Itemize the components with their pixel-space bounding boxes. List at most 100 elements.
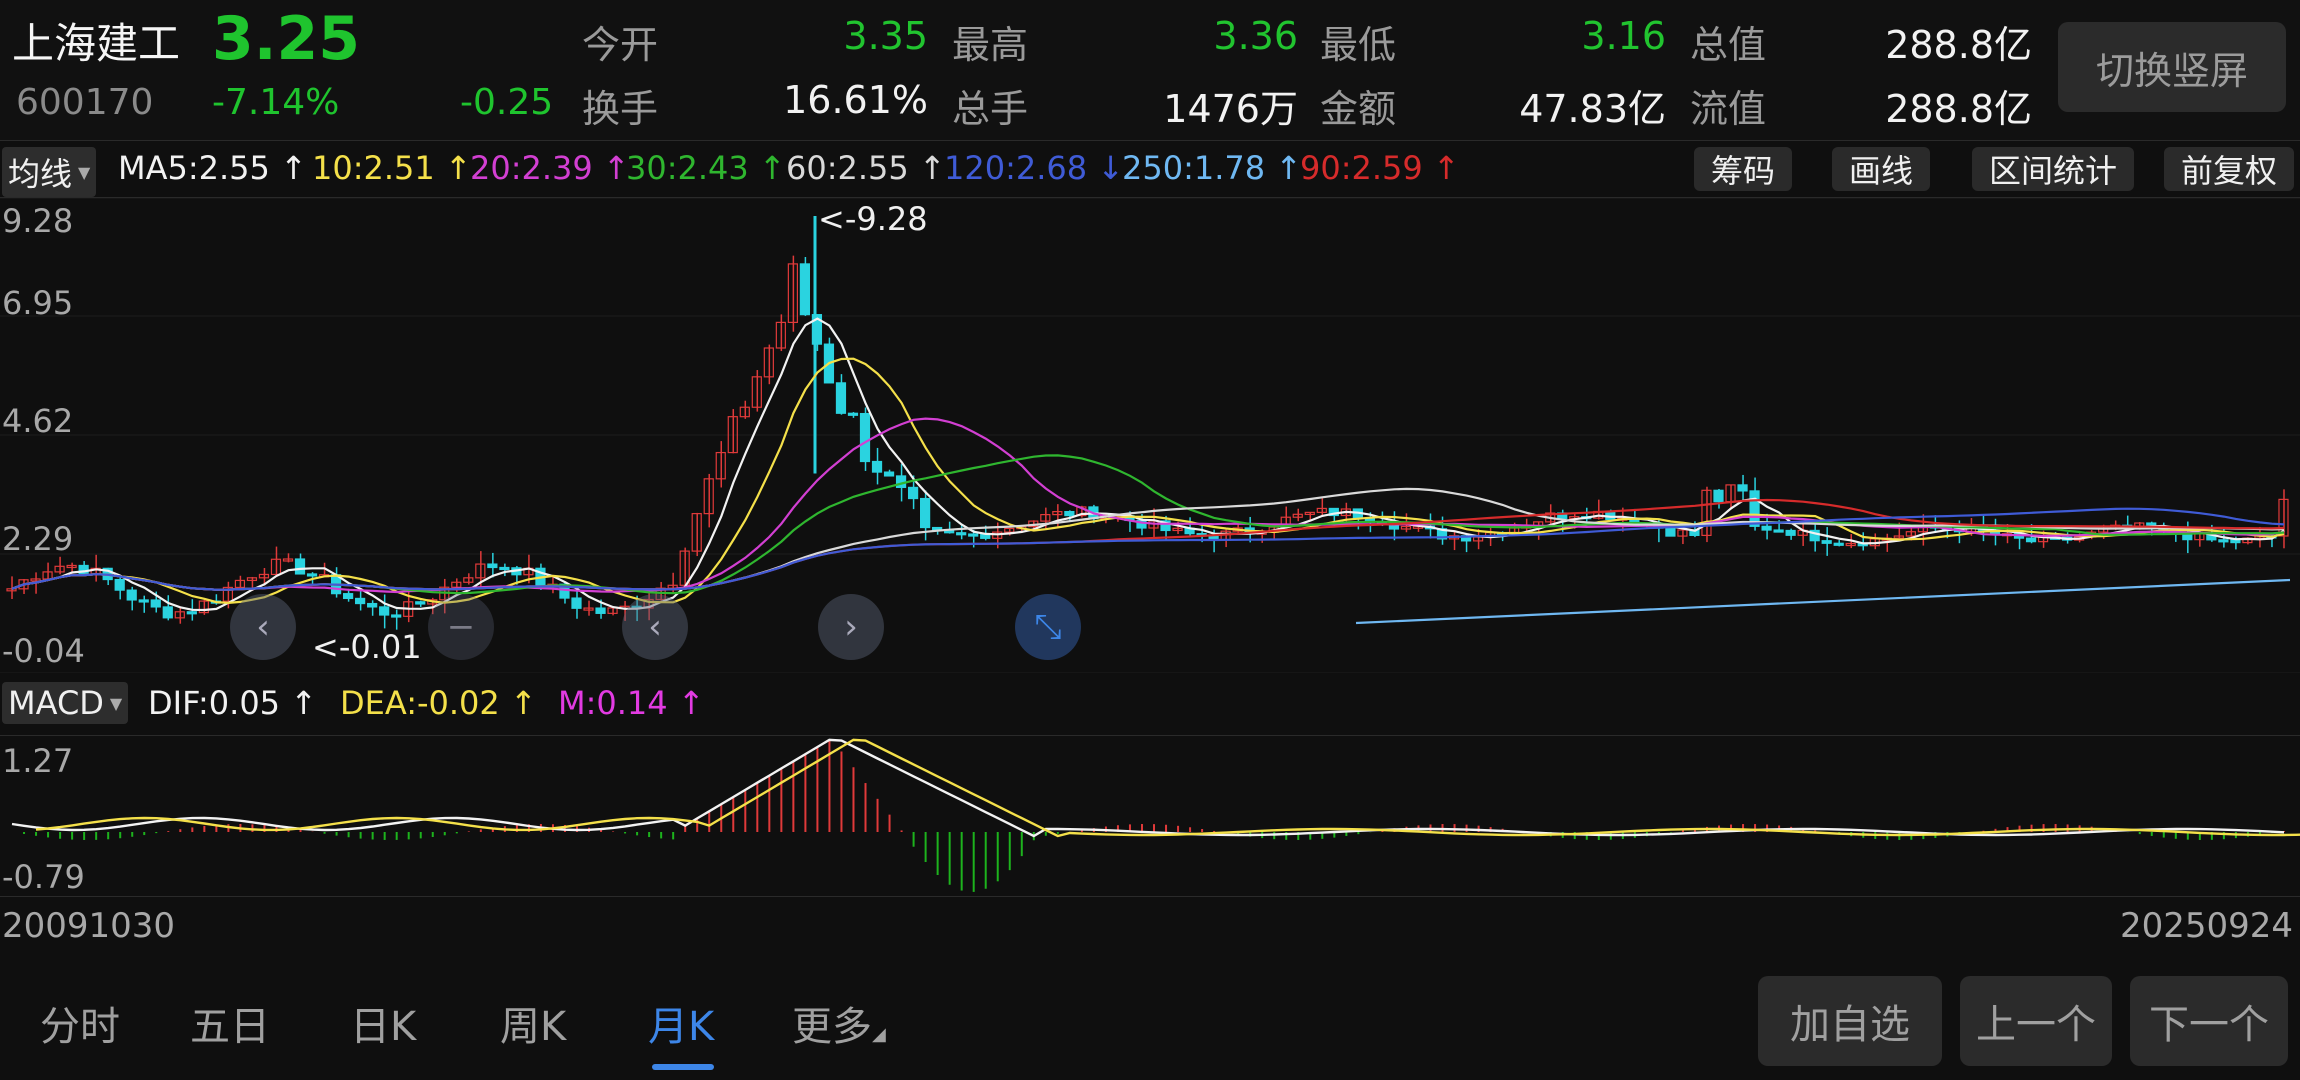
indicator-dropdown[interactable]: 均线 ▼: [2, 147, 97, 197]
low-marker: <-0.01: [312, 628, 422, 666]
ma90-legend: 90:2.59 ↑: [1300, 149, 1460, 187]
candle-body: [1773, 529, 1784, 533]
candle-body: [150, 599, 161, 608]
adjust-price-button[interactable]: 前复权: [2164, 147, 2294, 191]
macd-chart[interactable]: 1.27 -0.79: [0, 735, 2300, 897]
candle-body: [379, 606, 390, 616]
candle-body: [162, 606, 173, 619]
ma-line: [11, 357, 2285, 605]
dea-legend: DEA:-0.02 ↑: [340, 684, 537, 722]
previous-button[interactable]: 上一个: [1960, 976, 2112, 1066]
draw-line-button[interactable]: 画线: [1832, 147, 1930, 191]
y-axis-label: 2.29: [2, 520, 74, 558]
ma120-legend: 120:2.68 ↓: [944, 149, 1125, 187]
zoom-out-icon[interactable]: −: [428, 594, 494, 660]
stock-code: 600170: [16, 82, 154, 123]
candle-body: [1821, 540, 1832, 544]
candle-body: [2025, 537, 2037, 543]
candle-body: [126, 589, 137, 601]
open-label: 今开: [582, 23, 659, 67]
turnover-value: 16.61%: [783, 78, 928, 122]
tab-monthly-k[interactable]: 月K: [648, 994, 714, 1052]
candle-body: [968, 533, 979, 537]
open-value: 3.35: [843, 14, 928, 58]
candle-body: [956, 532, 967, 536]
ma250-legend: 250:1.78 ↑: [1122, 149, 1303, 187]
ma30-legend: 30:2.43 ↑: [626, 149, 786, 187]
stock-name: 上海建工: [12, 19, 181, 68]
candle-body: [487, 563, 498, 569]
macd-y-label: -0.79: [2, 858, 85, 896]
dif-legend: DIF:0.05 ↑: [148, 684, 318, 722]
tab-daily-k[interactable]: 日K: [350, 994, 416, 1052]
candle-body: [2218, 539, 2229, 543]
collapse-icon[interactable]: ⤡: [1015, 594, 1081, 660]
high-label: 最高: [952, 23, 1029, 67]
chips-button[interactable]: 筹码: [1694, 147, 1792, 191]
tab-intraday[interactable]: 分时: [40, 994, 120, 1052]
add-watchlist-button[interactable]: 加自选: [1758, 976, 1942, 1066]
quote-header: 上海建工 3.25 600170 -7.14% -0.25 今开 3.35 最高…: [0, 0, 2300, 140]
candle-body: [847, 412, 859, 416]
end-date: 20250924: [2120, 906, 2294, 946]
tab-weekly-k[interactable]: 周K: [500, 994, 566, 1052]
float-value-label: 流值: [1690, 87, 1767, 131]
candle-body: [907, 486, 919, 500]
candle-body: [342, 593, 354, 600]
candle-body: [367, 602, 378, 608]
candle-body: [355, 597, 366, 605]
y-axis-label: 9.28: [2, 202, 74, 240]
next-button[interactable]: 下一个: [2130, 976, 2288, 1066]
total-value-label: 总值: [1690, 23, 1767, 67]
candle-body: [871, 460, 883, 473]
tab-more[interactable]: 更多◢: [792, 994, 886, 1052]
active-tab-indicator: [652, 1064, 714, 1070]
candle-body: [835, 382, 847, 414]
volume-label: 总手: [952, 87, 1029, 131]
candle-body: [415, 601, 426, 605]
high-value: 3.36: [1213, 14, 1298, 58]
candle-body: [186, 611, 197, 615]
volume-value: 1476万: [1163, 87, 1298, 131]
start-date: 20091030: [2, 906, 176, 946]
candle-body: [2230, 539, 2241, 544]
candle-body: [799, 263, 811, 316]
candle-body: [571, 597, 582, 609]
candle-body: [895, 475, 907, 489]
ma-line: [11, 417, 2285, 594]
m-legend: M:0.14 ↑: [558, 684, 705, 722]
y-axis-label: -0.04: [2, 632, 85, 670]
scroll-left-fast-icon[interactable]: ‹: [230, 594, 296, 660]
caret-down-icon: ▼: [78, 162, 91, 182]
candle-body: [1737, 484, 1748, 492]
ma5-legend: MA5:2.55 ↑: [118, 149, 307, 187]
candle-body: [1761, 525, 1772, 531]
ma60-legend: 60:2.55 ↑: [786, 149, 946, 187]
candle-body: [294, 558, 306, 575]
range-stats-button[interactable]: 区间统计: [1972, 147, 2134, 191]
low-label: 最低: [1320, 23, 1397, 67]
candle-body: [499, 566, 510, 571]
candle-body: [859, 412, 871, 463]
macd-dropdown[interactable]: MACD ▼: [2, 682, 129, 724]
macd-legend-row: MACD ▼ DIF:0.05 ↑ DEA:-0.02 ↑ M:0.14 ↑: [0, 678, 2300, 734]
candle-body: [114, 578, 125, 591]
ma-legend-row: 均线 ▼ MA5:2.55 ↑ 10:2.51 ↑ 20:2.39 ↑ 30:2…: [0, 140, 2300, 198]
candle-body: [1713, 489, 1724, 503]
switch-portrait-button[interactable]: 切换竖屏: [2058, 22, 2286, 112]
candle-body: [1665, 527, 1676, 537]
candle-body: [595, 607, 606, 614]
scroll-right-icon[interactable]: ›: [818, 594, 884, 660]
tab-five-day[interactable]: 五日: [190, 994, 270, 1052]
scroll-left-icon[interactable]: ‹: [622, 594, 688, 660]
macd-y-label: 1.27: [2, 742, 74, 780]
tab-more-label: 更多: [792, 1004, 872, 1050]
candle-body: [391, 614, 402, 618]
turnover-label: 换手: [582, 87, 659, 131]
amount-label: 金额: [1320, 87, 1397, 131]
candle-body: [883, 471, 895, 477]
amount-value: 47.83亿: [1519, 87, 1666, 131]
ma20-legend: 20:2.39 ↑: [470, 149, 630, 187]
kline-chart[interactable]: 9.28 6.95 4.62 2.29 -0.04 <-9.28 <-0.01 …: [0, 198, 2300, 673]
ma10-legend: 10:2.51 ↑: [312, 149, 472, 187]
